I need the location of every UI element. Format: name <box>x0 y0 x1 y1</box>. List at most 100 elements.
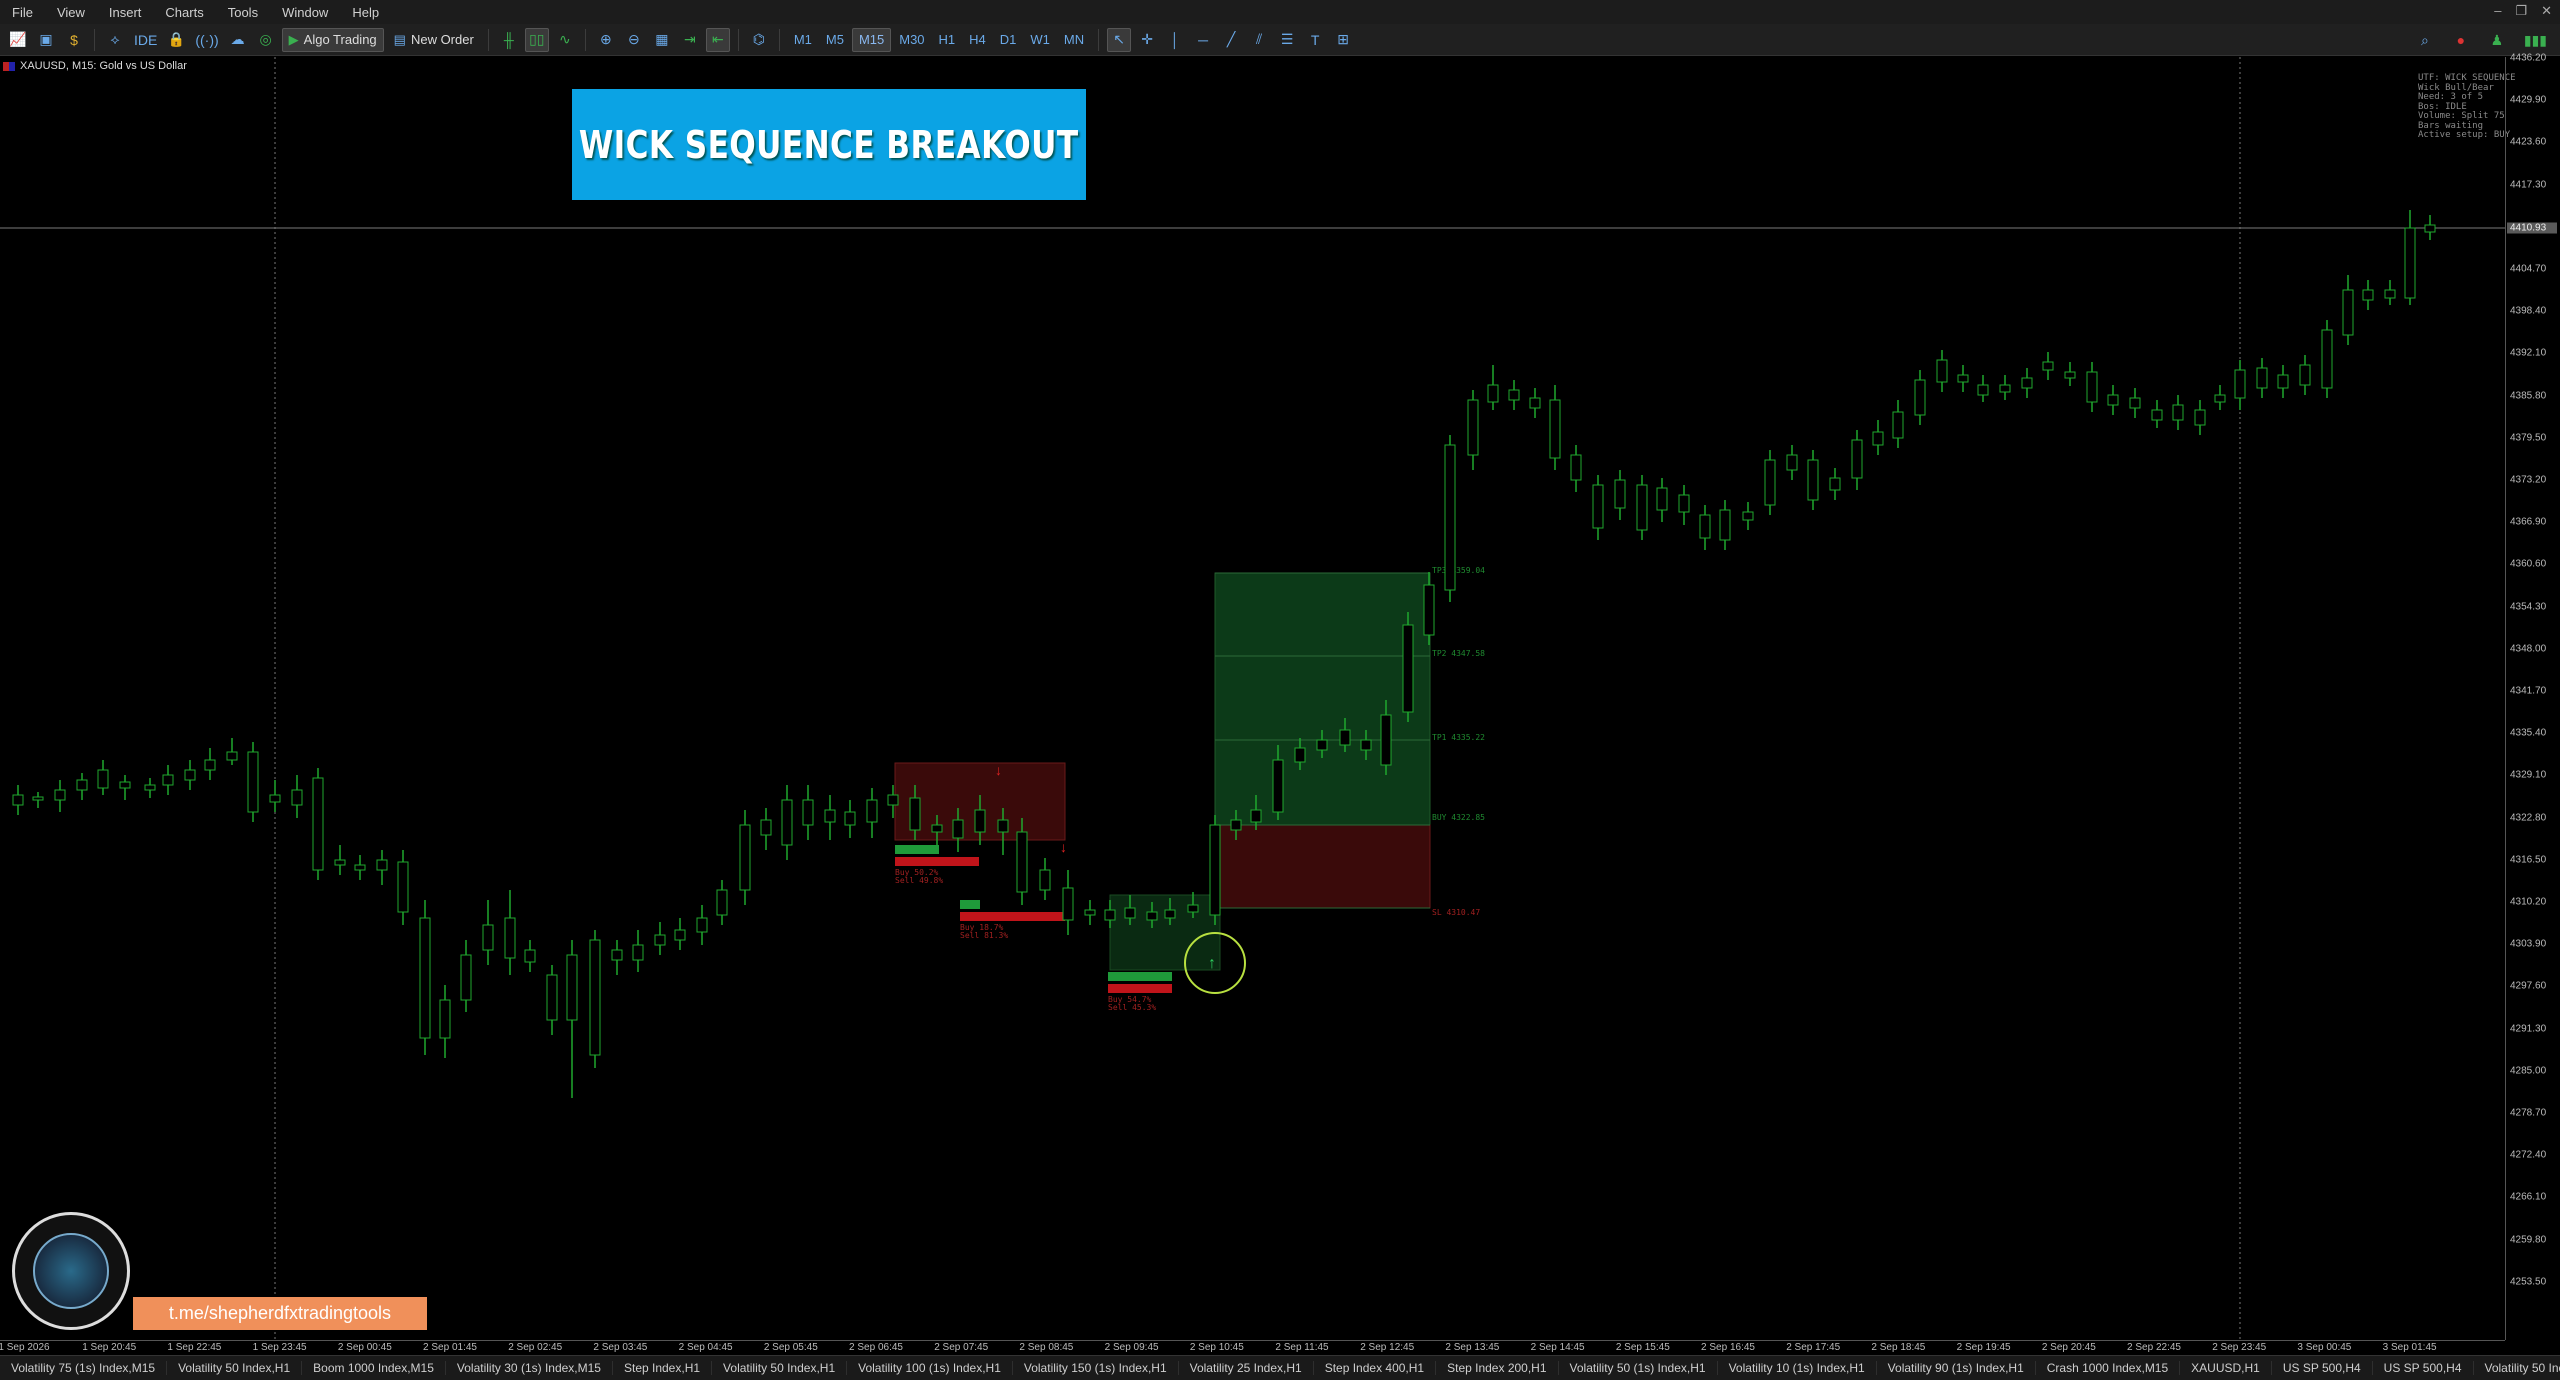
globe-icon[interactable]: ◎ <box>254 28 278 52</box>
symbol-tab[interactable]: US SP 500,H4 <box>2373 1361 2474 1375</box>
autoscroll-icon[interactable]: ⇥ <box>678 28 702 52</box>
cursor-icon[interactable]: ↖ <box>1107 28 1131 52</box>
candle-body <box>398 862 408 912</box>
timeframe-m30[interactable]: M30 <box>893 28 930 52</box>
cloud-icon[interactable]: ☁ <box>226 28 250 52</box>
chart-shift-icon[interactable]: ⇤ <box>706 28 730 52</box>
timeframe-w1[interactable]: W1 <box>1024 28 1056 52</box>
market-icon[interactable]: $ <box>62 28 86 52</box>
new-order-button[interactable]: ▤New Order <box>388 28 480 52</box>
grid-icon[interactable]: ▦ <box>650 28 674 52</box>
shapes-icon[interactable]: ⊞ <box>1331 28 1355 52</box>
symbol-tab[interactable]: US SP 500,H4 <box>2272 1361 2373 1375</box>
ide-button[interactable]: IDE <box>131 28 160 52</box>
crosshair-icon[interactable]: ✛ <box>1135 28 1159 52</box>
candle-body <box>1700 515 1710 538</box>
menu-help[interactable]: Help <box>340 5 391 20</box>
timeframe-h1[interactable]: H1 <box>933 28 962 52</box>
text-icon[interactable]: T <box>1303 28 1327 52</box>
timeframe-m5[interactable]: M5 <box>820 28 850 52</box>
candle-body <box>13 795 23 805</box>
symbol-tab[interactable]: Step Index,H1 <box>613 1361 712 1375</box>
timeframe-m15[interactable]: M15 <box>852 28 891 52</box>
candle-body <box>2000 385 2010 392</box>
symbol-tab[interactable]: Volatility 30 (1s) Index,M15 <box>446 1361 613 1375</box>
profiles-icon[interactable]: ▣ <box>34 28 58 52</box>
price-tick-label: 4373.20 <box>2510 475 2546 486</box>
candle-body <box>1445 445 1455 590</box>
candle-body <box>505 918 515 958</box>
timeframe-m1[interactable]: M1 <box>788 28 818 52</box>
restore-icon[interactable]: ❐ <box>2515 3 2527 19</box>
candle-body <box>867 800 877 822</box>
level-label-tp1: TP1 4335.22 <box>1432 733 1485 742</box>
horizontal-line-icon[interactable]: ─ <box>1191 28 1215 52</box>
symbol-tab[interactable]: Volatility 25 Index,H1 <box>1179 1361 1314 1375</box>
candle-body <box>483 925 493 950</box>
algo-trading-button[interactable]: ▶Algo Trading <box>282 28 384 52</box>
strategy-tester-icon[interactable]: ⟡ <box>103 28 127 52</box>
account-icon[interactable]: ♟ <box>2485 28 2509 52</box>
fibonacci-icon[interactable]: ☰ <box>1275 28 1299 52</box>
menu-window[interactable]: Window <box>270 5 340 20</box>
symbol-tab[interactable]: Volatility 150 (1s) Index,H1 <box>1013 1361 1179 1375</box>
close-icon[interactable]: ✕ <box>2541 3 2552 19</box>
timeframe-mn[interactable]: MN <box>1058 28 1090 52</box>
menu-view[interactable]: View <box>45 5 97 20</box>
search-icon[interactable]: ⌕ <box>2413 28 2437 52</box>
symbol-tab[interactable]: Volatility 50 Inc <box>2474 1361 2560 1375</box>
trendline-icon[interactable]: ╱ <box>1219 28 1243 52</box>
menu-tools[interactable]: Tools <box>216 5 270 20</box>
candle-body <box>633 945 643 960</box>
sell-arrow-icon: ↓ <box>995 762 1002 778</box>
symbol-tab[interactable]: Boom 1000 Index,M15 <box>302 1361 446 1375</box>
buy-arrow-icon: ↑ <box>1208 955 1216 972</box>
telegram-link[interactable]: t.me/shepherdfxtradingtools <box>133 1297 427 1330</box>
minimize-icon[interactable]: – <box>2494 3 2501 19</box>
symbol-tab[interactable]: Volatility 75 (1s) Index,M15 <box>0 1361 167 1375</box>
menu-charts[interactable]: Charts <box>153 5 215 20</box>
timeframe-h4[interactable]: H4 <box>963 28 992 52</box>
symbol-tab[interactable]: Volatility 50 Index,H1 <box>712 1361 847 1375</box>
menu-insert[interactable]: Insert <box>97 5 154 20</box>
candle-body <box>440 1000 450 1038</box>
symbol-tab[interactable]: Step Index 400,H1 <box>1314 1361 1436 1375</box>
menu-file[interactable]: File <box>0 5 45 20</box>
symbol-tab[interactable]: Crash 1000 Index,M15 <box>2036 1361 2180 1375</box>
symbol-tab[interactable]: Step Index 200,H1 <box>1436 1361 1558 1375</box>
logo-emblem <box>33 1233 109 1309</box>
time-tick-label: 2 Sep 16:45 <box>1701 1342 1755 1353</box>
lock-icon[interactable]: 🔒 <box>164 28 188 52</box>
signals-icon[interactable]: ((·)) <box>192 28 221 52</box>
chart-area[interactable]: TP3 4359.04TP2 4347.58TP1 4335.22BUY 432… <box>0 57 2560 1340</box>
line-chart-icon[interactable]: ∿ <box>553 28 577 52</box>
candle-body <box>547 975 557 1020</box>
notifications-icon[interactable]: ● <box>2449 28 2473 52</box>
candle-body <box>1509 390 1519 400</box>
symbol-tab[interactable]: Volatility 50 (1s) Index,H1 <box>1559 1361 1718 1375</box>
candle-body <box>1958 375 1968 382</box>
symbol-tab[interactable]: Volatility 10 (1s) Index,H1 <box>1718 1361 1877 1375</box>
candle-body <box>2257 368 2267 388</box>
timeframe-d1[interactable]: D1 <box>994 28 1023 52</box>
new-chart-icon[interactable]: 📈 <box>6 28 30 52</box>
vertical-line-icon[interactable]: │ <box>1163 28 1187 52</box>
channel-icon[interactable]: ⫽ <box>1247 28 1271 52</box>
zoom-in-icon[interactable]: ⊕ <box>594 28 618 52</box>
zoom-out-icon[interactable]: ⊖ <box>622 28 646 52</box>
price-chart[interactable]: TP3 4359.04TP2 4347.58TP1 4335.22BUY 432… <box>0 57 2505 1340</box>
price-axis[interactable]: 4436.204429.904423.604417.304410.804404.… <box>2505 57 2560 1340</box>
bar-chart-icon[interactable]: ╫ <box>497 28 521 52</box>
symbol-tab[interactable]: Volatility 90 (1s) Index,H1 <box>1877 1361 2036 1375</box>
symbol-tab[interactable]: Volatility 50 Index,H1 <box>167 1361 302 1375</box>
candle-body <box>2022 378 2032 388</box>
screenshot-icon[interactable]: ⌬ <box>747 28 771 52</box>
symbol-tab[interactable]: Volatility 100 (1s) Index,H1 <box>847 1361 1013 1375</box>
time-tick-label: 3 Sep 00:45 <box>2297 1342 2351 1353</box>
time-axis[interactable]: 1 Sep 20261 Sep 20:451 Sep 22:451 Sep 23… <box>0 1340 2505 1355</box>
candle-body <box>2087 372 2097 402</box>
symbol-tab[interactable]: XAUUSD,H1 <box>2180 1361 2272 1375</box>
candlestick-icon[interactable]: ▯▯ <box>525 28 549 52</box>
connection-icon[interactable]: ▮▮▮ <box>2521 28 2550 52</box>
candle-body <box>1593 485 1603 528</box>
